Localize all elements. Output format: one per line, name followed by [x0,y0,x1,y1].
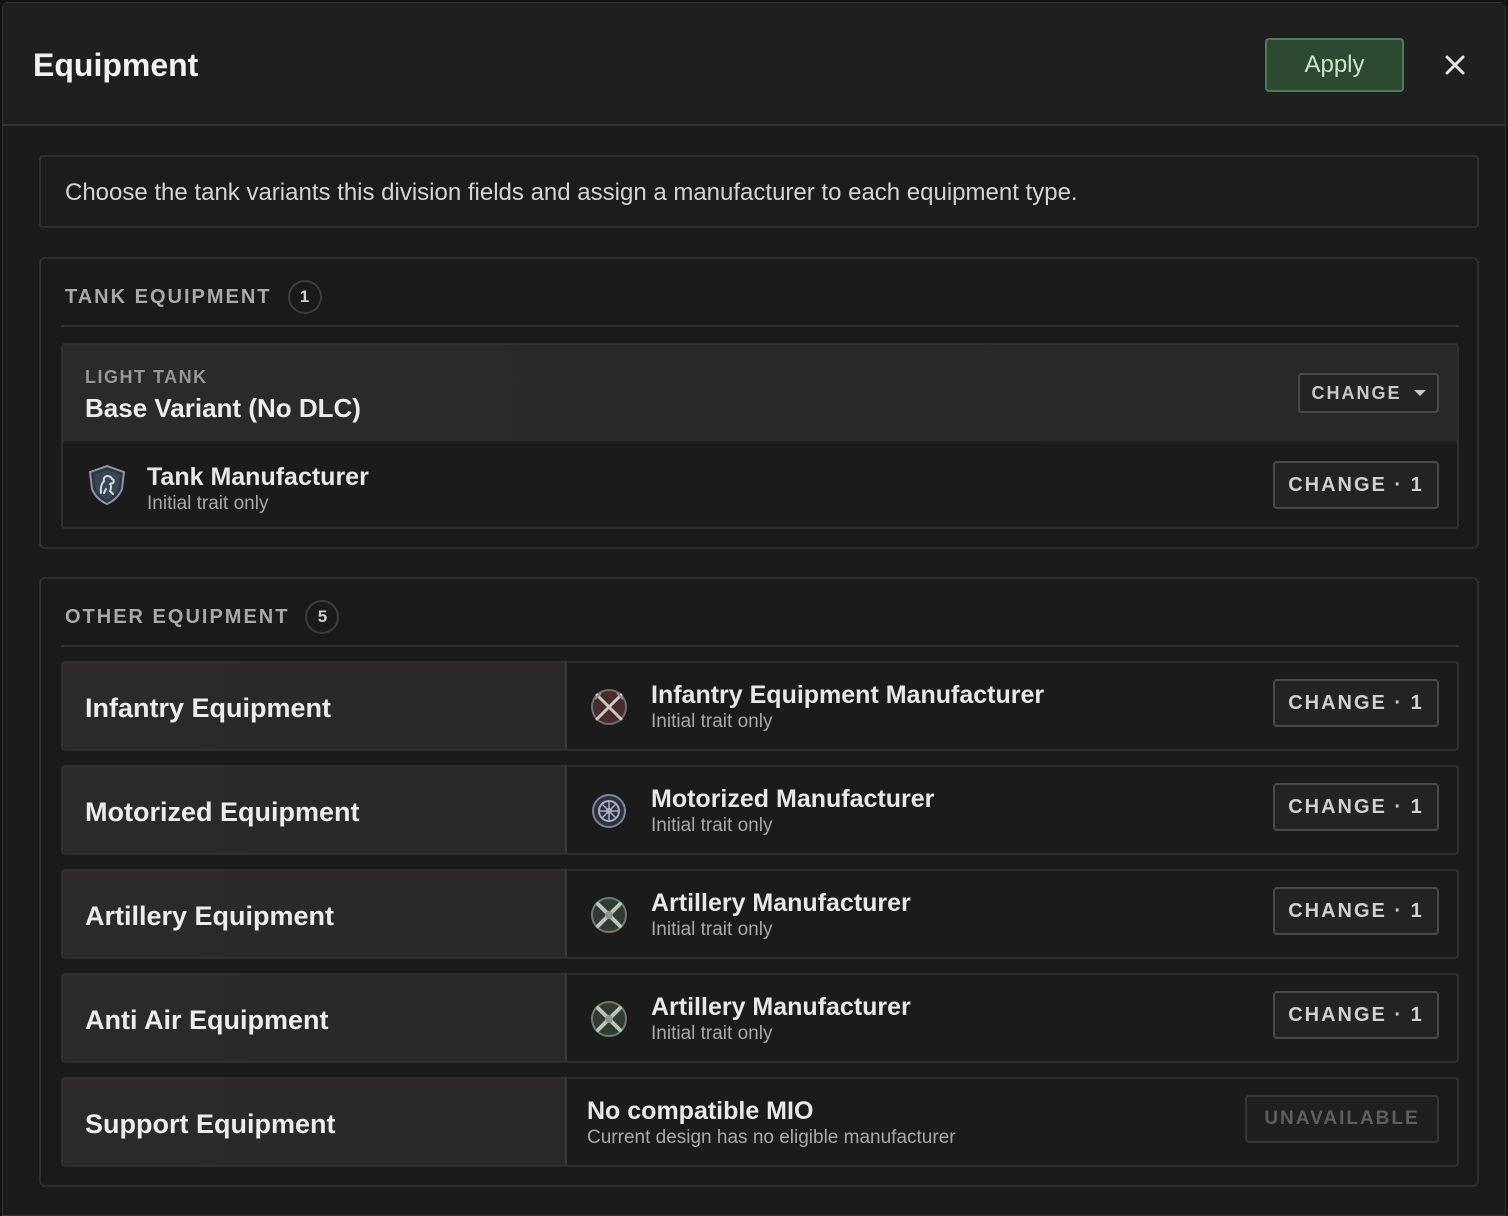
tank-card: LIGHT TANK Base Variant (No DLC) CHANGE … [61,343,1459,529]
modal-title: Equipment [33,47,199,83]
variant-change-label: CHANGE [1311,382,1402,403]
equipment-type-cell: Motorized Equipment [63,767,567,853]
equipment-type-cell: Infantry Equipment [63,663,567,749]
info-banner: Choose the tank variants this division f… [39,155,1479,228]
divider [61,645,1459,647]
manufacturer-name: No compatible MIO [587,1097,814,1125]
manufacturer-name: Artillery Manufacturer [651,993,911,1021]
section-header: OTHER EQUIPMENT 5 [65,599,340,635]
equipment-modal: Equipment Apply Choose the tank variants… [2,2,1506,1216]
caret-down-icon [1413,390,1426,396]
tank-equipment-section: TANK EQUIPMENT 1 LIGHT TANK Base Variant… [39,257,1479,549]
equipment-type-label: Infantry Equipment [85,693,332,723]
equipment-type-cell: Support Equipment [63,1079,567,1165]
artillery-change-button[interactable]: CHANGE · 1 [1273,887,1439,935]
motorized-change-button[interactable]: CHANGE · 1 [1273,783,1439,831]
other-equipment-section: OTHER EQUIPMENT 5 Infantry Equipment Inf… [39,577,1479,1187]
manufacturer-subtitle: Initial trait only [651,919,773,940]
section-count-badge: 5 [305,600,340,634]
equipment-type-label: Motorized Equipment [85,797,360,827]
apply-button[interactable]: Apply [1265,38,1404,92]
section-title: TANK EQUIPMENT [65,285,272,308]
section-header: TANK EQUIPMENT 1 [65,279,322,315]
crossed-cannons-icon [587,997,631,1041]
wheel-icon [587,789,631,833]
support-unavailable-button: UNAVAILABLE [1245,1095,1439,1143]
tank-type-label: LIGHT TANK [85,367,208,387]
close-icon[interactable] [1439,49,1471,81]
manufacturer-name: Tank Manufacturer [147,463,369,491]
equipment-row-support: Support Equipment No compatible MIO Curr… [61,1077,1459,1167]
manufacturer-subtitle: Initial trait only [651,1023,773,1044]
shield-lion-icon [85,463,129,507]
variant-change-dropdown[interactable]: CHANGE [1298,373,1439,413]
crossed-cannons-icon [587,893,631,937]
equipment-row-anti-air: Anti Air Equipment Artillery Manufacture… [61,973,1459,1063]
tank-manufacturer-change-button[interactable]: CHANGE · 1 [1273,461,1439,509]
equipment-type-label: Support Equipment [85,1109,336,1139]
anti-air-change-button[interactable]: CHANGE · 1 [1273,991,1439,1039]
equipment-row-artillery: Artillery Equipment Artillery Manufactur… [61,869,1459,959]
equipment-type-cell: Anti Air Equipment [63,975,567,1061]
section-title: OTHER EQUIPMENT [65,605,290,628]
manufacturer-subtitle: Initial trait only [651,711,773,732]
manufacturer-subtitle: Initial trait only [651,815,773,836]
manufacturer-subtitle: Current design has no eligible manufactu… [587,1127,956,1148]
manufacturer-name: Infantry Equipment Manufacturer [651,681,1045,709]
equipment-row-motorized: Motorized Equipment Motorized Manufactur… [61,765,1459,855]
equipment-type-label: Anti Air Equipment [85,1005,329,1035]
section-count-badge: 1 [287,280,322,314]
tank-variant-name: Base Variant (No DLC) [85,393,361,423]
manufacturer-name: Motorized Manufacturer [651,785,935,813]
tank-variant-header: LIGHT TANK Base Variant (No DLC) CHANGE [63,345,1457,443]
equipment-row-infantry: Infantry Equipment Infantry Equipment Ma… [61,661,1459,751]
manufacturer-subtitle: Initial trait only [147,493,269,514]
manufacturer-name: Artillery Manufacturer [651,889,911,917]
crossed-swords-icon [587,685,631,729]
equipment-type-cell: Artillery Equipment [63,871,567,957]
tank-manufacturer-row: Tank Manufacturer Initial trait only CHA… [63,443,1457,527]
divider [61,325,1459,327]
modal-header: Equipment Apply [3,3,1505,126]
equipment-type-label: Artillery Equipment [85,901,335,931]
infantry-change-button[interactable]: CHANGE · 1 [1273,679,1439,727]
